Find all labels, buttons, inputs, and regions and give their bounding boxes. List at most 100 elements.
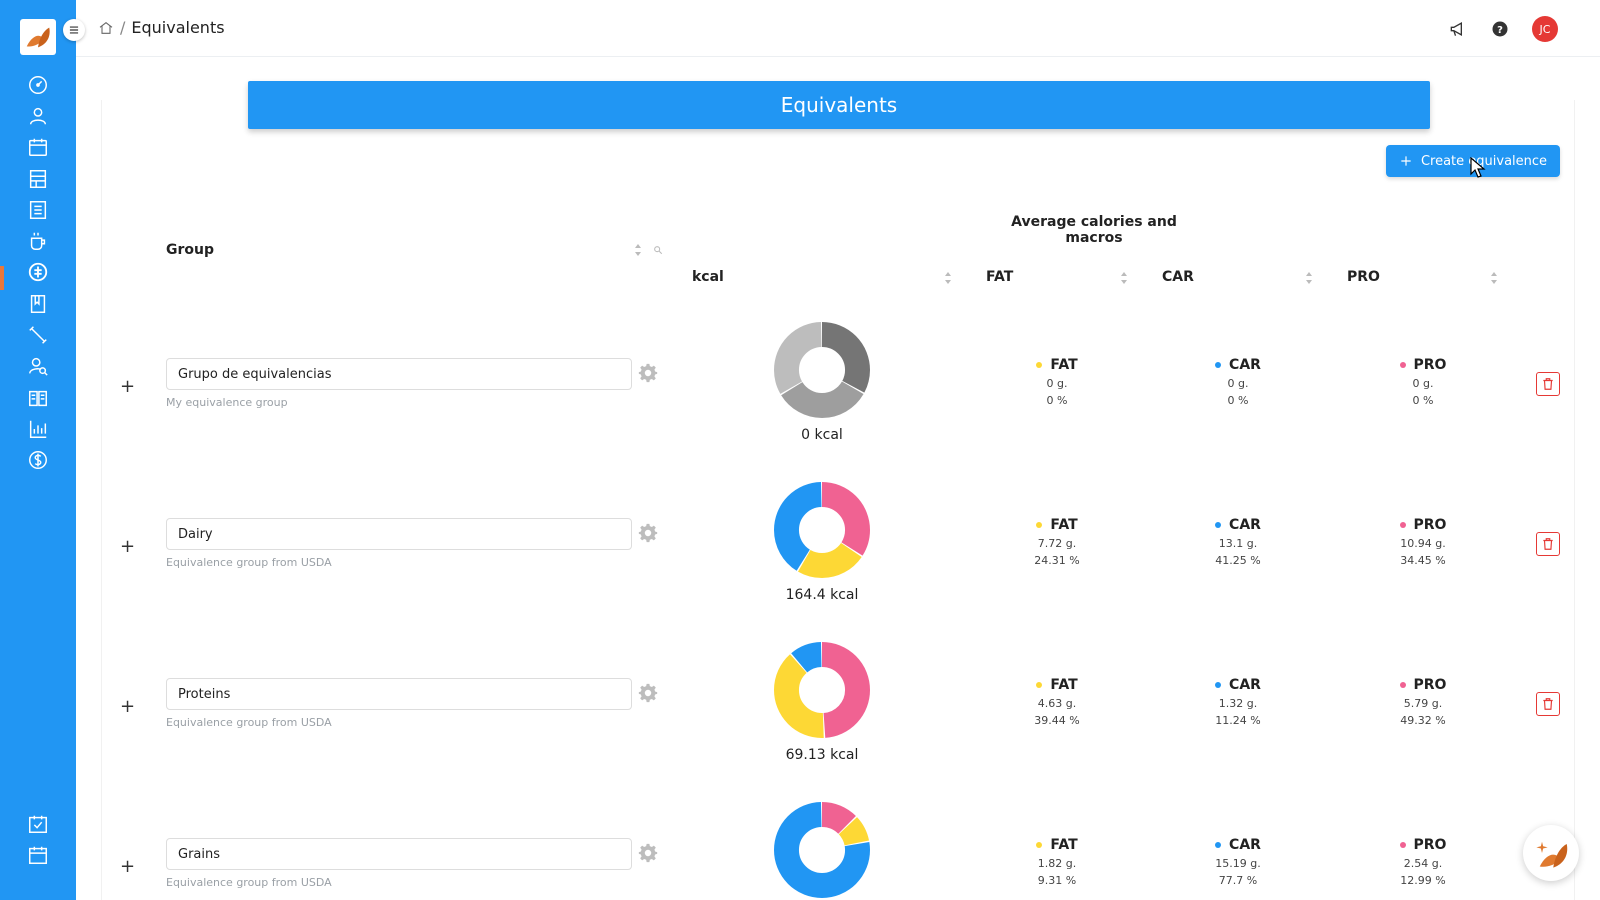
kcal-sort-icon[interactable] xyxy=(944,271,952,285)
car-label: CAR xyxy=(1229,357,1261,373)
sidebar-item-equivalents[interactable] xyxy=(24,258,52,286)
car-macro: CAR 1.32 g. 11.24 % xyxy=(1183,677,1293,727)
pro-dot-icon xyxy=(1399,522,1406,528)
group-description: Equivalence group from USDA xyxy=(166,716,332,729)
car-dot-icon xyxy=(1215,682,1222,688)
pro-label: PRO xyxy=(1413,837,1447,853)
group-description: Equivalence group from USDA xyxy=(166,556,332,569)
car-percent: 0 % xyxy=(1227,394,1249,407)
user-icon xyxy=(29,107,47,125)
calendar-bottom-icon xyxy=(29,846,47,864)
help-icon[interactable]: ? xyxy=(1490,19,1510,39)
dollar-icon xyxy=(29,451,47,469)
assistant-fab-button[interactable] xyxy=(1523,825,1579,881)
group-sort-icon[interactable] xyxy=(634,243,642,257)
fat-dot-icon xyxy=(1036,682,1043,688)
avatar[interactable]: JC xyxy=(1532,16,1558,42)
kcal-column-header[interactable]: kcal xyxy=(692,269,724,285)
fat-grams: 4.63 g. xyxy=(1037,697,1077,710)
sidebar-item-book[interactable] xyxy=(24,290,52,318)
delete-button[interactable] xyxy=(1536,372,1560,396)
list-icon xyxy=(29,201,47,219)
sidebar-item-billing[interactable] xyxy=(24,446,52,474)
kcal-value: 164.4 kcal xyxy=(785,587,859,603)
sidebar-item-recipes[interactable] xyxy=(24,384,52,412)
car-column-header[interactable]: CAR xyxy=(1162,269,1194,285)
macro-donut-chart xyxy=(774,642,870,738)
recipes-book-icon xyxy=(29,390,47,407)
app-logo[interactable] xyxy=(20,19,56,55)
gear-icon[interactable] xyxy=(637,362,659,384)
gear-icon[interactable] xyxy=(637,682,659,704)
delete-button[interactable] xyxy=(1536,692,1560,716)
fat-percent: 9.31 % xyxy=(1037,874,1077,887)
pro-dot-icon xyxy=(1399,362,1406,368)
car-dot-icon xyxy=(1215,362,1222,368)
sidebar-item-list[interactable] xyxy=(24,196,52,224)
group-name-input[interactable]: Grupo de equivalencias xyxy=(166,358,632,390)
pro-column-header[interactable]: PRO xyxy=(1347,269,1380,285)
group-name-input[interactable]: Dairy xyxy=(166,518,632,550)
group-description: Equivalence group from USDA xyxy=(166,876,332,889)
expand-row-button[interactable]: + xyxy=(120,856,135,877)
gear-icon[interactable] xyxy=(637,842,659,864)
fat-column-header[interactable]: FAT xyxy=(986,269,1013,285)
sidebar-item-foods[interactable] xyxy=(24,227,52,255)
almond-logo-icon xyxy=(26,27,50,48)
group-column-header[interactable]: Group xyxy=(166,242,214,258)
pro-percent: 34.45 % xyxy=(1400,554,1446,567)
breadcrumb-separator: / xyxy=(120,18,126,37)
sidebar-item-stats[interactable] xyxy=(24,415,52,443)
sidebar-item-clients[interactable] xyxy=(24,102,52,130)
pro-percent: 12.99 % xyxy=(1400,874,1446,887)
group-search-icon[interactable] xyxy=(653,245,663,255)
sidebar xyxy=(0,0,76,900)
macro-donut-chart xyxy=(774,322,870,418)
fat-dot-icon xyxy=(1036,522,1043,528)
group-description: My equivalence group xyxy=(166,396,288,409)
megaphone-icon[interactable] xyxy=(1448,19,1468,39)
plus-icon xyxy=(1401,156,1411,166)
group-name-input[interactable]: Grains xyxy=(166,838,632,870)
sidebar-item-layout[interactable] xyxy=(24,165,52,193)
active-item-marker xyxy=(0,266,4,290)
sidebar-item-exercise[interactable] xyxy=(24,321,52,349)
bar-chart-icon xyxy=(29,420,47,438)
trash-icon xyxy=(1543,538,1553,550)
breadcrumb-current: Equivalents xyxy=(131,18,225,37)
gear-icon[interactable] xyxy=(637,522,659,544)
group-name-input[interactable]: Proteins xyxy=(166,678,632,710)
pro-grams: 2.54 g. xyxy=(1403,857,1443,870)
fat-macro: FAT 4.63 g. 39.44 % xyxy=(1002,677,1112,727)
fat-percent: 39.44 % xyxy=(1034,714,1080,727)
average-macros-header: Average calories and macros xyxy=(1011,214,1177,246)
delete-button[interactable] xyxy=(1536,532,1560,556)
fat-grams: 1.82 g. xyxy=(1037,857,1077,870)
fat-macro: FAT 7.72 g. 24.31 % xyxy=(1002,517,1112,567)
car-label: CAR xyxy=(1229,517,1261,533)
pro-macro: PRO 2.54 g. 12.99 % xyxy=(1368,837,1478,887)
pro-sort-icon[interactable] xyxy=(1490,271,1498,285)
car-grams: 15.19 g. xyxy=(1215,857,1261,870)
car-sort-icon[interactable] xyxy=(1305,271,1313,285)
sidebar-item-users-search[interactable] xyxy=(24,352,52,380)
car-dot-icon xyxy=(1215,842,1222,848)
fat-sort-icon[interactable] xyxy=(1120,271,1128,285)
fat-macro: FAT 0 g. 0 % xyxy=(1002,357,1112,407)
layout-icon xyxy=(29,170,47,188)
car-macro: CAR 0 g. 0 % xyxy=(1183,357,1293,407)
page-title-banner: Equivalents xyxy=(248,81,1430,129)
home-icon[interactable] xyxy=(98,20,114,36)
expand-row-button[interactable]: + xyxy=(120,536,135,557)
expand-row-button[interactable]: + xyxy=(120,696,135,717)
fat-label: FAT xyxy=(1050,837,1078,853)
book-icon xyxy=(30,295,46,313)
sidebar-item-dashboard[interactable] xyxy=(24,71,52,99)
user-search-icon xyxy=(29,357,48,376)
fat-grams: 0 g. xyxy=(1046,377,1068,390)
menu-toggle-button[interactable] xyxy=(63,19,85,41)
expand-row-button[interactable]: + xyxy=(120,376,135,397)
sidebar-item-tasks[interactable] xyxy=(24,810,52,838)
sidebar-item-agenda[interactable] xyxy=(24,841,52,869)
sidebar-item-calendar[interactable] xyxy=(24,133,52,161)
